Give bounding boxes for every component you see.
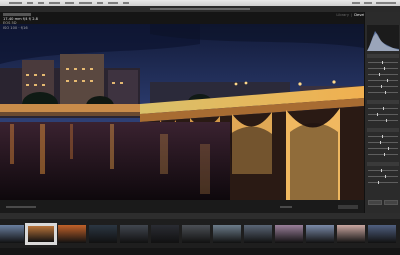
exposure-info: ISO 100 · f/16 [3,25,28,30]
slider-track[interactable] [368,176,398,177]
histogram [367,25,399,51]
slider-handle[interactable] [378,181,379,184]
slider-handle[interactable] [382,61,383,64]
menu-lightroom[interactable] [9,2,22,4]
slider-track[interactable] [368,68,398,69]
slider-handle[interactable] [387,79,388,82]
menu-edit[interactable] [38,2,44,4]
filmstrip-thumbnail[interactable] [366,223,398,245]
slider-handle[interactable] [379,73,380,76]
menu-metadata[interactable] [79,2,92,4]
module-library[interactable]: Library [336,13,349,18]
thumbnail-image [0,225,24,243]
menu-help[interactable] [123,2,129,4]
menu-window[interactable] [108,2,118,4]
status-icon[interactable] [364,2,372,4]
slider-track[interactable] [368,86,398,87]
thumbnail-image [89,225,117,243]
filmstrip-thumbnail[interactable] [211,223,243,245]
filmstrip-thumbnail[interactable] [87,223,119,245]
slider-handle[interactable] [388,147,389,150]
menu-file[interactable] [27,2,33,4]
view-mode-buttons[interactable] [6,206,36,208]
toolbar-option[interactable] [280,206,292,208]
slider-track[interactable] [368,170,398,171]
thumbnail-image [275,225,303,243]
slider-handle[interactable] [382,135,383,138]
histogram-graph [367,31,399,51]
menu-library[interactable] [49,2,60,4]
toolbar-menu[interactable] [338,205,358,209]
slider-handle[interactable] [386,119,387,122]
slider-handle[interactable] [380,141,381,144]
filmstrip-thumbnail[interactable] [304,223,336,245]
develop-right-panel [364,12,400,213]
slider-track[interactable] [368,114,398,115]
slider-track[interactable] [368,148,398,149]
menu-items [9,0,129,4]
thumbnail-image [120,225,148,243]
previous-button[interactable] [368,200,382,205]
identity-plate [3,13,31,16]
slider-track[interactable] [368,92,398,93]
filmstrip-thumbnail[interactable] [335,223,367,245]
slider-track[interactable] [368,136,398,137]
slider-handle[interactable] [377,113,378,116]
slider-track[interactable] [368,74,398,75]
slider-track[interactable] [368,80,398,81]
thumbnail-image [182,225,210,243]
thumbnail-image [368,225,396,243]
menu-status-area [352,2,396,4]
slider-track[interactable] [368,182,398,183]
status-icon[interactable] [352,2,360,4]
menu-view[interactable] [97,2,103,4]
photo-info-overlay: 17-40 mm f/4 f/ 2.8 EOS 5D ISO 100 · f/1… [3,17,38,30]
filmstrip-thumbnail[interactable] [149,223,181,245]
clock [376,2,396,4]
thumbnail-image [213,225,241,243]
panel-header-basic[interactable] [367,54,399,58]
panel-header-tone[interactable] [367,100,399,104]
module-separator: | [351,13,353,17]
thumbnail-image [58,225,86,243]
photo-viewer[interactable] [0,24,364,200]
thumbnail-image [244,225,272,243]
slider-handle[interactable] [385,175,386,178]
night-bridge-photo [0,24,364,200]
filmstrip-thumbnail[interactable] [273,223,305,245]
thumbnail-image [337,225,365,243]
panel-header-hsl[interactable] [367,128,399,132]
slider-handle[interactable] [385,91,386,94]
filmstrip-thumbnail[interactable] [180,223,212,245]
slider-track[interactable] [368,142,398,143]
window-title [150,8,250,10]
slider-handle[interactable] [383,107,384,110]
filmstrip-footer [0,248,400,255]
slider-handle[interactable] [381,169,382,172]
reset-button[interactable] [384,200,398,205]
thumbnail-image [306,225,334,243]
filmstrip-thumbnail[interactable] [118,223,150,245]
filmstrip-thumbnail[interactable] [242,223,274,245]
menu-photo[interactable] [65,2,74,4]
slider-handle[interactable] [381,85,382,88]
slider-track[interactable] [368,154,398,155]
filmstrip-thumbnail[interactable] [0,223,26,245]
slider-track[interactable] [368,120,398,121]
filmstrip-thumbnail[interactable] [25,223,57,245]
viewer-toolbar [0,200,364,213]
slider-handle[interactable] [384,67,385,70]
slider-handle[interactable] [384,153,385,156]
filmstrip-thumbnail[interactable] [56,223,88,245]
panel-header-detail[interactable] [367,162,399,166]
slider-track[interactable] [368,62,398,63]
thumbnail-image [28,226,54,242]
thumbnail-image [151,225,179,243]
